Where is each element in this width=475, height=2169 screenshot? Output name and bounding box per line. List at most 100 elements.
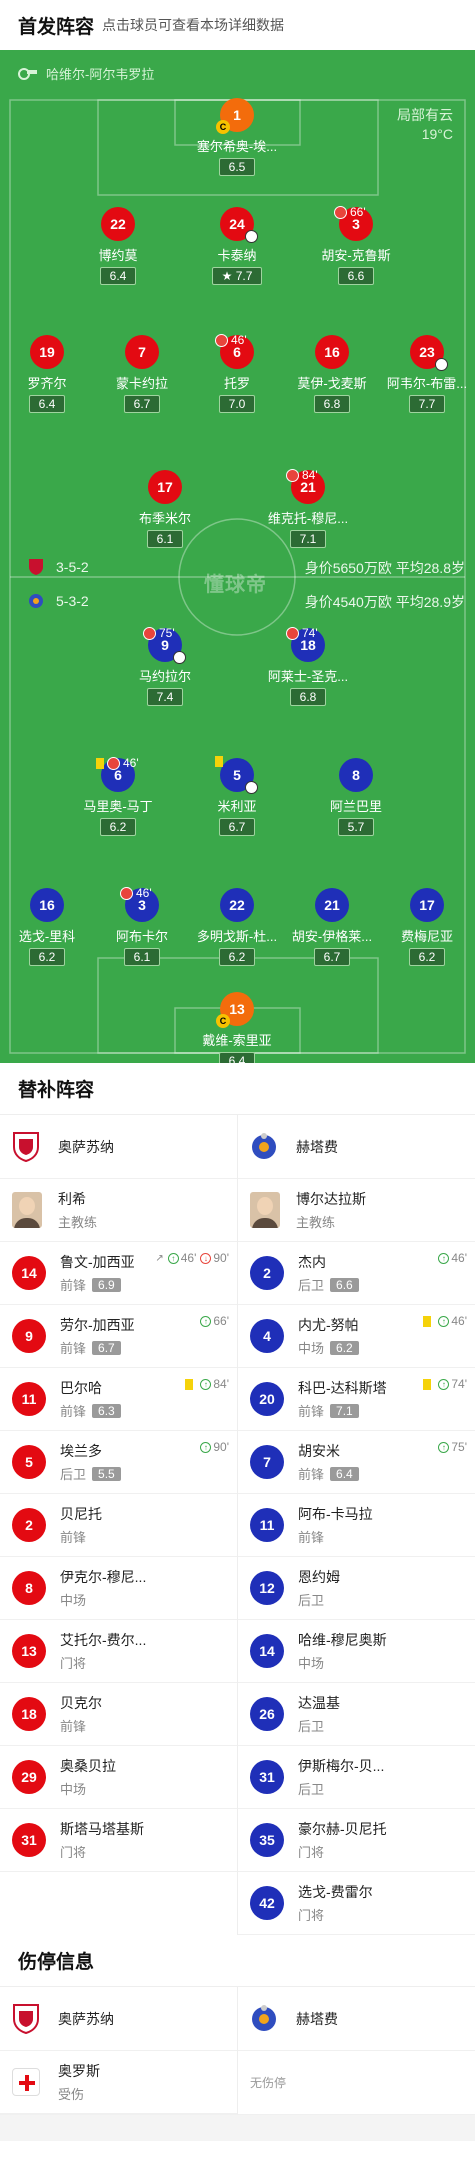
sub-number: 4 (250, 1319, 284, 1353)
medical-cross-icon (12, 2068, 40, 2096)
goal-ball-icon (245, 230, 258, 243)
player-number: 16 (30, 888, 64, 922)
away-coach-row[interactable]: 博尔达拉斯 主教练 (238, 1179, 475, 1242)
sub-name: 豪尔赫-贝尼托 (298, 1821, 387, 1837)
sub-row[interactable]: 18 贝克尔 前锋 (0, 1683, 237, 1746)
sub-off-marker: 46' (215, 333, 247, 347)
sub-name: 斯塔马塔基斯 (60, 1821, 144, 1837)
player-number: 17 (148, 470, 182, 504)
getafe-logo-icon (252, 2004, 276, 2031)
player-rating: 6.2 (28, 948, 66, 966)
sub-name: 艾托尔-费尔... (60, 1632, 147, 1648)
player-number: 21 (315, 888, 349, 922)
sub-row[interactable]: 2 杰内 后卫 6.6 ↑ 46' (238, 1242, 475, 1305)
sub-events: ↑ 66' (196, 1314, 229, 1328)
sub-position: 中场 (60, 1593, 87, 1608)
sub-position: 门将 (298, 1845, 325, 1860)
sub-number: 29 (12, 1760, 46, 1794)
sub-position: 后卫 (298, 1719, 325, 1734)
sub-name: 杰内 (298, 1254, 326, 1270)
player-rating: 6.7 (313, 948, 351, 966)
sub-name: 鲁文-加西亚 (60, 1254, 135, 1270)
sub-events: ↑ 90' (196, 1440, 229, 1454)
sub-row[interactable]: 5 埃兰多 后卫 5.5 ↑ 90' (0, 1431, 237, 1494)
home-player-1[interactable]: 1C 塞尔希奥-埃... 6.5 (177, 98, 297, 176)
sub-in-icon: ↑ (200, 1378, 212, 1390)
sub-row[interactable]: 4 内尤-努帕 中场 6.2 ↑ 46' (238, 1305, 475, 1368)
sub-row[interactable]: 12 恩约姆 后卫 (238, 1557, 475, 1620)
sub-in-icon: ↑ (438, 1252, 450, 1264)
sub-row[interactable]: 35 豪尔赫-贝尼托 门将 (238, 1809, 475, 1872)
player-rating: 6.7 (218, 818, 256, 836)
home-team-row[interactable]: 奥萨苏纳 (0, 1987, 237, 2051)
home-player-22[interactable]: 22 博约莫 6.4 (58, 207, 178, 285)
home-player-23[interactable]: 23 阿韦尔-布雷... 7.7 (367, 335, 475, 413)
sub-off-marker: 46' (120, 886, 152, 900)
sub-row[interactable]: 14 哈维-穆尼奥斯 中场 (238, 1620, 475, 1683)
player-rating: 6.1 (146, 530, 184, 548)
sub-events: ↑ 46' (434, 1251, 467, 1265)
section-title-lineup: 首发阵容 (18, 16, 95, 38)
coach-role: 主教练 (58, 1215, 98, 1230)
sub-off-marker: 66' (334, 205, 366, 219)
sub-number: 2 (12, 1508, 46, 1542)
sub-name: 劳尔-加西亚 (60, 1317, 135, 1333)
osasuna-crest-icon (29, 559, 43, 575)
home-coach-row[interactable]: 利希 主教练 (0, 1179, 237, 1242)
sub-position: 门将 (298, 1908, 325, 1923)
sub-in-icon: ↑ (438, 1315, 450, 1327)
assist-icon: ↗ (155, 1252, 164, 1264)
home-player-24[interactable]: 24 卡泰纳 ★ 7.7 (177, 207, 297, 285)
injury-row[interactable]: 奥罗斯 受伤 (0, 2051, 237, 2114)
player-name: 阿莱士-圣克... (267, 669, 349, 684)
sub-events: ↑ 84' (185, 1377, 229, 1391)
star-icon: ★ (221, 269, 233, 283)
home-team-row[interactable]: 奥萨苏纳 (0, 1115, 237, 1179)
sub-number: 9 (12, 1319, 46, 1353)
sub-name: 贝克尔 (60, 1695, 102, 1711)
away-player-9[interactable]: 9 75' 马约拉尔 7.4 (105, 626, 225, 706)
sub-row[interactable]: 13 艾托尔-费尔... 门将 (0, 1620, 237, 1683)
away-team-row[interactable]: 赫塔费 (238, 1115, 475, 1179)
sub-row[interactable]: 11 阿布-卡马拉 前锋 (238, 1494, 475, 1557)
team-name: 奥萨苏纳 (58, 1138, 114, 1155)
sub-position: 后卫 (298, 1593, 325, 1608)
away-team-row[interactable]: 赫塔费 (238, 1987, 475, 2051)
home-player-3[interactable]: 3 66' 胡安-克鲁斯 6.6 (296, 205, 416, 285)
section-title-injuries: 伤停信息 (0, 1935, 475, 1987)
player-number: 7 (125, 335, 159, 369)
sub-row[interactable]: 11 巴尔哈 前锋 6.3 ↑ 84' (0, 1368, 237, 1431)
sub-in-icon: ↑ (200, 1315, 212, 1327)
away-player-8[interactable]: 8 阿兰巴里 5.7 (296, 758, 416, 836)
away-player-17[interactable]: 17 费梅尼亚 6.2 (367, 888, 475, 966)
sub-position: 门将 (60, 1656, 87, 1671)
sub-rating: 6.6 (330, 1277, 359, 1292)
player-name: 戴维-索里亚 (202, 1033, 272, 1048)
away-player-18[interactable]: 18 74' 阿莱士-圣克... 6.8 (248, 626, 368, 706)
sub-row[interactable]: 42 选戈-费雷尔 门将 (238, 1872, 475, 1935)
sub-row[interactable]: 29 奥桑贝拉 中场 (0, 1746, 237, 1809)
sub-row[interactable]: 20 科巴-达科斯塔 前锋 7.1 ↑ 74' (238, 1368, 475, 1431)
sub-off-marker: 84' (286, 468, 318, 482)
sub-rating: 6.4 (330, 1466, 359, 1481)
sub-name: 奥桑贝拉 (60, 1758, 116, 1774)
sub-row[interactable]: 8 伊克尔-穆尼... 中场 (0, 1557, 237, 1620)
home-player-17[interactable]: 17 布季米尔 6.1 (105, 470, 225, 548)
sub-row[interactable]: 31 斯塔马塔基斯 门将 (0, 1809, 237, 1872)
away-player-5[interactable]: 5 米利亚 6.7 (177, 756, 297, 836)
sub-row[interactable]: 14 鲁文-加西亚 前锋 6.9 ↗ ↑ 46' ↓ 90' (0, 1242, 237, 1305)
sub-row[interactable]: 9 劳尔-加西亚 前锋 6.7 ↑ 66' (0, 1305, 237, 1368)
captain-icon: C (216, 120, 230, 134)
home-subs: 奥萨苏纳 利希 主教练 14 鲁文-加西亚 前锋 6.9 ↗ ↑ 46' ↓ 90' 9 劳尔… (0, 1115, 237, 1935)
goal-ball-icon (173, 651, 186, 664)
sub-row[interactable]: 7 胡安米 前锋 6.4 ↑ 75' (238, 1431, 475, 1494)
sub-row[interactable]: 2 贝尼托 前锋 (0, 1494, 237, 1557)
home-player-21[interactable]: 21 84' 维克托-穆尼... 7.1 (248, 468, 368, 548)
sub-row[interactable]: 26 达温基 后卫 (238, 1683, 475, 1746)
no-injuries-text: 无伤停 (250, 2076, 287, 2090)
away-player-13[interactable]: 13 C 戴维-索里亚 6.4 (177, 992, 297, 1063)
player-rating: 6.4 (218, 1052, 256, 1063)
stadium-name: 哈维尔-阿尔韦罗拉 (46, 67, 155, 82)
away-player-6[interactable]: 6 46' 马里奥-马丁 6.2 (58, 756, 178, 836)
sub-row[interactable]: 31 伊斯梅尔-贝... 后卫 (238, 1746, 475, 1809)
